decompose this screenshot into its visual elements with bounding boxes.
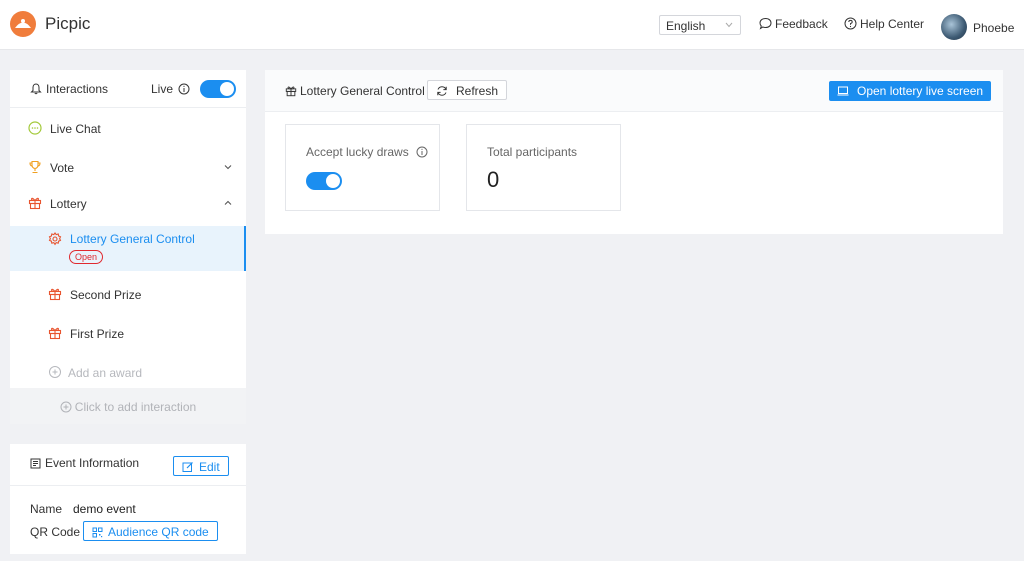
total-participants-card: Total participants 0 — [466, 124, 621, 211]
interactions-panel: Interactions Live Live Chat Vote Lottery… — [10, 70, 246, 424]
gift-icon — [48, 288, 62, 301]
chat-icon — [28, 121, 42, 135]
sidebar-item-second-prize[interactable]: Second Prize — [10, 277, 246, 311]
chevron-down-icon — [725, 22, 733, 28]
bell-icon — [30, 83, 42, 95]
language-select-value: English — [666, 19, 706, 33]
sidebar-item-label: Second Prize — [70, 288, 142, 302]
total-participants-value: 0 — [487, 167, 500, 192]
chevron-up-icon — [224, 200, 232, 205]
add-interaction-label: Click to add interaction — [74, 400, 197, 414]
open-lottery-live-screen-button[interactable]: Open lottery live screen — [829, 81, 992, 101]
add-interaction-button[interactable]: Click to add interaction — [10, 388, 246, 424]
info-icon[interactable] — [178, 83, 190, 95]
interactions-title-text: Interactions — [46, 82, 109, 96]
sidebar-item-label: First Prize — [70, 327, 124, 341]
question-circle-icon — [844, 17, 857, 30]
audience-qr-code-button[interactable]: Audience QR code — [83, 521, 218, 541]
help-center-button[interactable]: Help Center — [844, 17, 924, 31]
live-label: Live — [151, 82, 190, 96]
edit-label: Edit — [199, 460, 220, 474]
plus-circle-icon — [60, 401, 72, 413]
qr-code-icon — [92, 527, 103, 538]
picpic-logo-icon[interactable] — [10, 11, 36, 37]
gear-icon — [48, 232, 62, 246]
sidebar-item-live-chat[interactable]: Live Chat — [10, 111, 246, 145]
add-award-label: Add an award — [68, 366, 143, 380]
accept-lucky-draws-toggle[interactable] — [306, 172, 342, 190]
lottery-control-panel: Lottery General Control Refresh Open lot… — [265, 70, 1003, 234]
event-information-header: Event Information Edit — [10, 444, 246, 486]
event-information-title-text: Event Information — [45, 456, 140, 470]
qr-code-label: QR Code — [30, 525, 81, 539]
top-bar: Picpic English Feedback Help Center Phoe… — [0, 0, 1024, 50]
chevron-down-icon — [224, 165, 232, 170]
language-select[interactable]: English — [659, 15, 741, 35]
page-title-text: Lottery General Control — [300, 84, 425, 98]
help-center-label: Help Center — [860, 17, 925, 31]
info-icon[interactable] — [416, 146, 428, 158]
refresh-label: Refresh — [456, 84, 499, 98]
sidebar-item-label: Vote — [50, 161, 75, 175]
interactions-header: Interactions Live — [10, 70, 246, 108]
edit-button[interactable]: Edit — [173, 456, 229, 476]
accept-lucky-draws-label: Accept lucky draws — [306, 145, 428, 159]
gift-icon — [285, 86, 297, 97]
status-badge: Open — [69, 250, 104, 264]
lottery-control-header: Lottery General Control Refresh Open lot… — [265, 70, 1003, 112]
audience-qr-code-label: Audience QR code — [108, 525, 209, 539]
add-award-button[interactable]: Add an award — [10, 355, 246, 389]
event-information-title: Event Information — [30, 456, 139, 470]
sidebar-item-label: Lottery General Control — [70, 232, 195, 246]
app-name: Picpic — [45, 14, 91, 33]
total-participants-label: Total participants — [487, 145, 578, 159]
user-name[interactable]: Phoebe — [973, 21, 1014, 35]
accept-lucky-draws-label-text: Accept lucky draws — [306, 145, 409, 159]
gift-icon — [28, 197, 42, 210]
edit-icon — [182, 462, 193, 472]
event-name-label: Name — [30, 502, 63, 516]
open-lottery-live-screen-label: Open lottery live screen — [857, 84, 984, 98]
page-title: Lottery General Control — [285, 84, 425, 98]
interactions-title: Interactions — [30, 82, 108, 96]
sidebar-item-first-prize[interactable]: First Prize — [10, 316, 246, 350]
sidebar-item-vote[interactable]: Vote — [10, 150, 246, 184]
sidebar-item-lottery-general-control[interactable]: Lottery General Control Open — [10, 226, 246, 271]
gift-icon — [48, 327, 62, 340]
live-toggle[interactable] — [200, 80, 236, 98]
sidebar-item-label: Live Chat — [50, 122, 101, 136]
feedback-button[interactable]: Feedback — [759, 17, 828, 31]
event-information-panel: Event Information Edit Name demo event Q… — [10, 444, 246, 554]
accept-lucky-draws-card: Accept lucky draws — [285, 124, 440, 211]
plus-circle-icon — [49, 366, 61, 378]
trophy-icon — [29, 160, 41, 174]
live-label-text: Live — [151, 82, 174, 96]
feedback-label: Feedback — [775, 17, 828, 31]
document-icon — [30, 458, 41, 469]
monitor-icon — [837, 86, 849, 96]
refresh-icon — [437, 86, 447, 96]
avatar[interactable] — [941, 14, 967, 40]
chat-bubble-icon — [759, 17, 772, 30]
sidebar-item-label: Lottery — [50, 197, 87, 211]
sidebar-item-lottery[interactable]: Lottery — [10, 186, 246, 220]
refresh-button[interactable]: Refresh — [427, 80, 508, 100]
event-name-value: demo event — [73, 502, 136, 516]
